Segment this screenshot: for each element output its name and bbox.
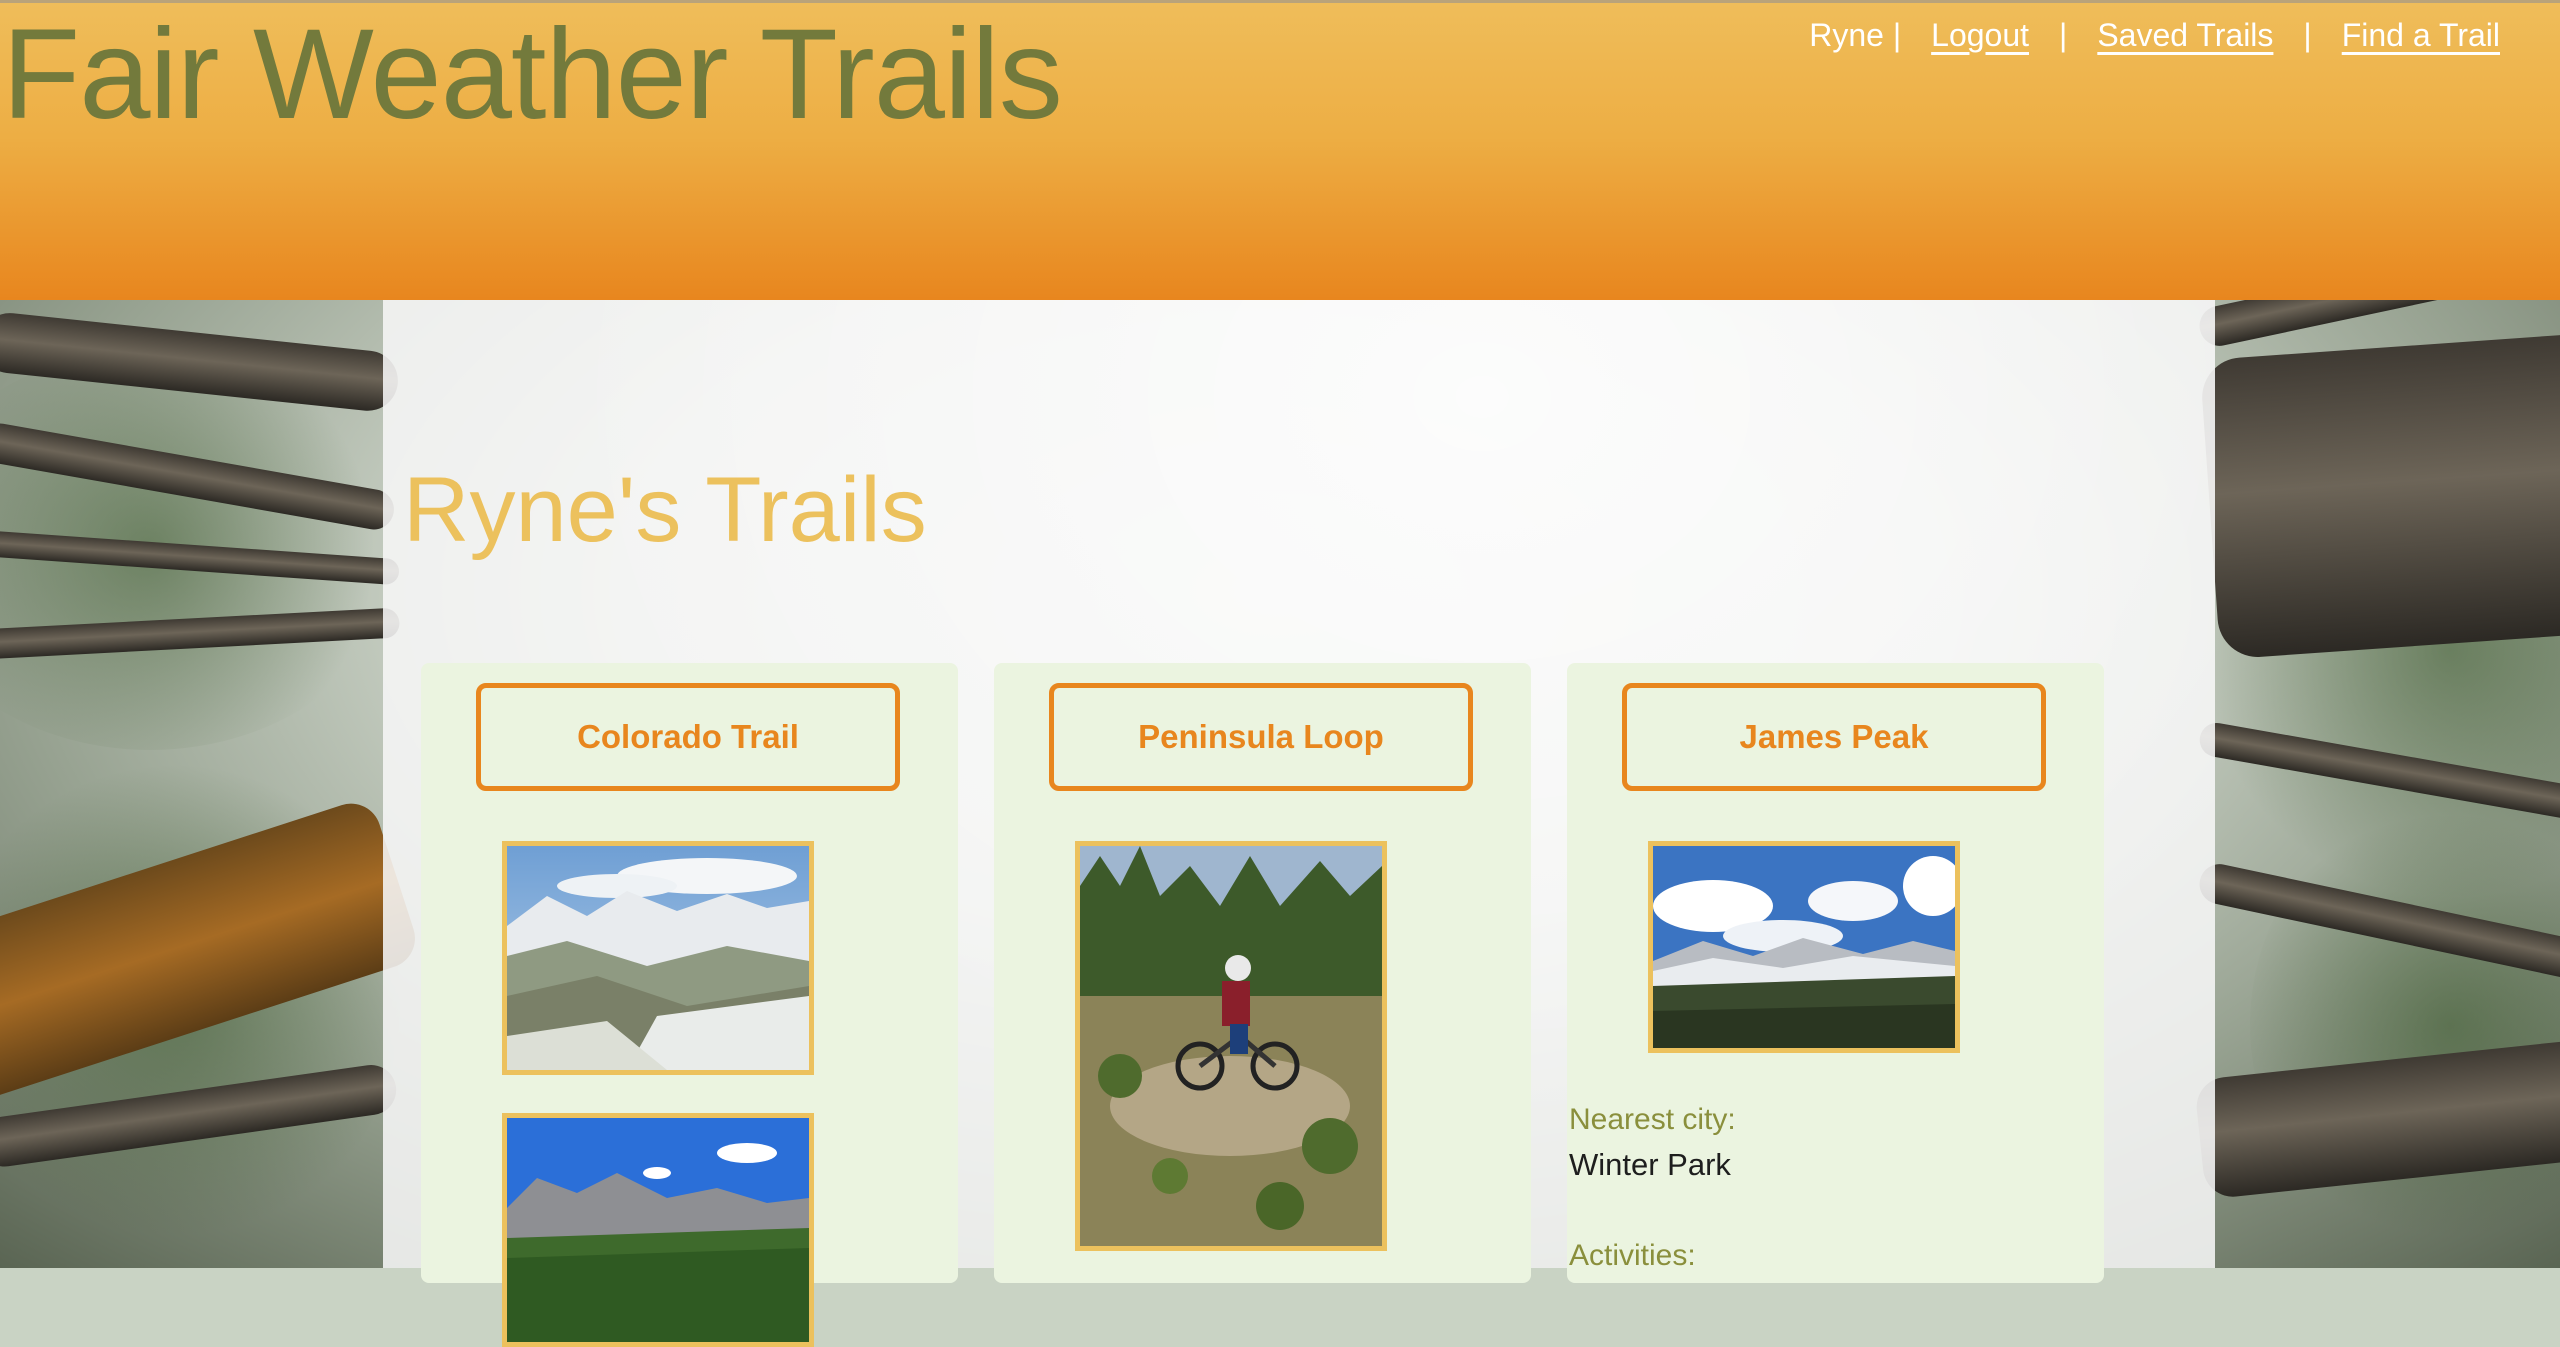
username-label: Ryne |	[1809, 17, 1902, 53]
trail-title-button[interactable]: James Peak	[1622, 683, 2046, 791]
mountain-forest-photo	[507, 1118, 809, 1342]
trail-photo[interactable]	[502, 1113, 814, 1347]
mountain-snow-photo	[507, 846, 809, 1070]
mountain-clouds-photo	[1653, 846, 1955, 1048]
site-title: Fair Weather Trails	[2, 3, 1063, 146]
nav-separator: |	[2059, 17, 2068, 53]
trail-title-button[interactable]: Peninsula Loop	[1049, 683, 1473, 791]
mountain-biker-photo	[1080, 846, 1382, 1246]
find-trail-link[interactable]: Find a Trail	[2342, 17, 2500, 54]
page-heading: Ryne's Trails	[403, 459, 927, 561]
main-content: Ryne's Trails Colorado Trail Peninsula L…	[383, 300, 2215, 1347]
trail-card: James Peak Nearest city: Winter Park Act…	[1567, 663, 2104, 1283]
nearest-city-label: Nearest city:	[1569, 1103, 1736, 1136]
trail-photo[interactable]	[502, 841, 814, 1075]
trail-card: Colorado Trail	[421, 663, 958, 1347]
saved-trails-link[interactable]: Saved Trails	[2097, 17, 2273, 54]
logout-link[interactable]: Logout	[1931, 17, 2029, 54]
trail-photo[interactable]	[1075, 841, 1387, 1251]
trail-photo[interactable]	[1648, 841, 1960, 1053]
nearest-city-value: Winter Park	[1569, 1147, 1731, 1182]
site-header: Fair Weather Trails Ryne | Logout | Save…	[0, 0, 2560, 300]
top-nav: Ryne | Logout | Saved Trails | Find a Tr…	[1809, 17, 2500, 54]
trail-title-button[interactable]: Colorado Trail	[476, 683, 900, 791]
trail-card: Peninsula Loop	[994, 663, 1531, 1283]
nav-separator: |	[2303, 17, 2312, 53]
